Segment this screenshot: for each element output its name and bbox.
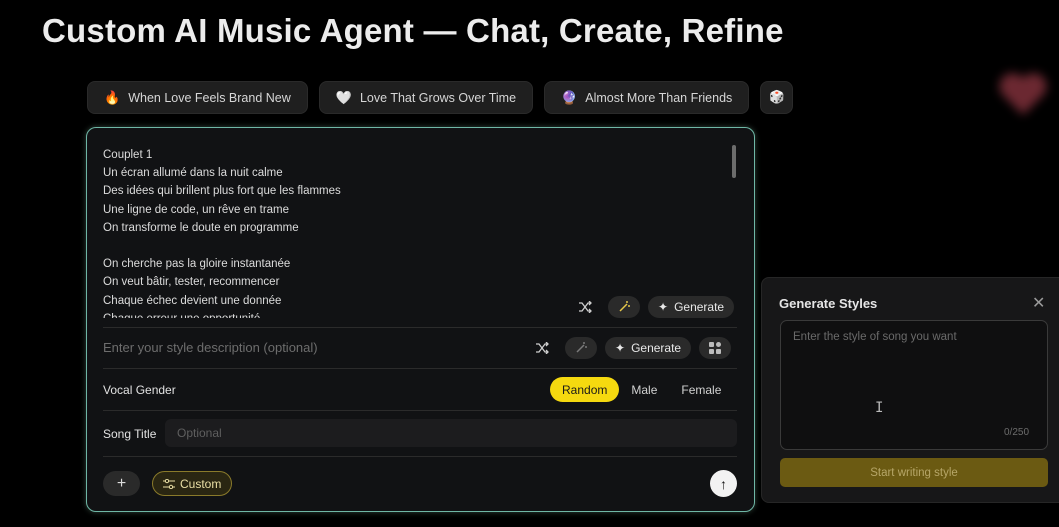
sliders-icon — [163, 478, 175, 489]
custom-mode-button[interactable]: Custom — [152, 471, 233, 496]
lyric-line: On transforme le doute en programme — [103, 221, 299, 234]
generate-styles-title: Generate Styles — [779, 296, 878, 311]
generate-styles-panel: Generate Styles ✕ I 0/250 Start writing … — [761, 277, 1059, 503]
shuffle-lyrics-button[interactable] — [570, 296, 600, 318]
divider — [103, 410, 737, 411]
style-toolbar: ✦ Generate — [527, 337, 732, 359]
chip-grows-over-time[interactable]: 🤍 Love That Grows Over Time — [318, 81, 534, 114]
generate-style-label: Generate — [631, 341, 682, 355]
lyric-line: Un écran allumé dans la nuit calme — [103, 167, 283, 180]
shuffle-style-button[interactable] — [527, 337, 557, 359]
shuffle-icon — [579, 301, 592, 313]
lyrics-scrollbar[interactable] — [732, 145, 736, 178]
magic-wand-icon — [619, 301, 630, 312]
generate-style-button[interactable]: ✦ Generate — [605, 337, 692, 359]
add-button[interactable]: + — [103, 471, 140, 496]
lyric-line: Une ligne de code, un rêve en trame — [103, 203, 290, 216]
magic-wand-style-button[interactable] — [565, 337, 597, 359]
song-title-input[interactable] — [165, 419, 737, 447]
text-cursor-icon: I — [875, 400, 884, 416]
chip-label: Love That Grows Over Time — [359, 90, 517, 105]
shuffle-icon — [536, 342, 549, 354]
vocal-gender-label: Vocal Gender — [103, 383, 176, 397]
chip-more-than-friends[interactable]: 🔮 Almost More Than Friends — [544, 81, 750, 114]
crystal-ball-icon: 🔮 — [561, 89, 578, 105]
vocal-option-male[interactable]: Male — [619, 377, 669, 402]
chip-label: Almost More Than Friends — [585, 90, 733, 105]
lyric-stanza-gap — [103, 237, 723, 255]
lyric-line: On cherche pas la gloire instantanée — [103, 258, 291, 271]
lyric-line: On veut bâtir, tester, recommencer — [103, 276, 280, 289]
lyric-line: Couplet 1 — [103, 149, 153, 161]
magic-wand-icon — [576, 342, 587, 353]
fire-icon: 🔥 — [104, 89, 121, 105]
generate-lyrics-button[interactable]: ✦ Generate — [648, 296, 735, 318]
start-writing-style-button[interactable]: Start writing style — [780, 458, 1048, 487]
random-prompt-button[interactable]: 🎲 — [760, 81, 794, 114]
sparkle-icon: ✦ — [615, 341, 626, 355]
generate-lyrics-label: Generate — [674, 300, 725, 314]
lyric-line: Des idées qui brillent plus fort que les… — [103, 185, 341, 198]
style-description-input[interactable] — [103, 335, 523, 359]
lyrics-toolbar: ✦ Generate — [570, 296, 735, 318]
arrow-up-icon: ↑ — [720, 475, 727, 492]
sparkle-icon: ✦ — [658, 300, 669, 314]
page-title: Custom AI Music Agent — Chat, Create, Re… — [42, 12, 784, 49]
composer-panel: Couplet 1 Un écran allumé dans la nuit c… — [86, 127, 755, 512]
divider — [103, 327, 737, 328]
chip-brand-new[interactable]: 🔥 When Love Feels Brand New — [87, 81, 308, 114]
style-presets-button[interactable] — [699, 337, 732, 359]
close-icon[interactable]: ✕ — [1032, 293, 1045, 313]
dice-icon: 🎲 — [768, 90, 785, 104]
heart-decoration-icon — [999, 73, 1047, 115]
send-button[interactable]: ↑ — [710, 470, 737, 497]
chip-label: When Love Feels Brand New — [128, 90, 291, 105]
song-title-label: Song Title — [103, 427, 157, 441]
divider — [103, 456, 737, 457]
plus-icon: + — [116, 474, 127, 492]
vocal-option-female[interactable]: Female — [669, 377, 733, 402]
vocal-gender-selector: Random Male Female — [550, 377, 733, 402]
custom-mode-label: Custom — [180, 476, 222, 491]
divider — [103, 368, 737, 369]
vocal-option-random[interactable]: Random — [550, 377, 620, 402]
grid-icon — [709, 342, 722, 354]
lyrics-textarea[interactable]: Couplet 1 Un écran allumé dans la nuit c… — [103, 146, 723, 318]
character-counter: 0/250 — [1004, 427, 1030, 438]
prompt-chips: 🔥 When Love Feels Brand New 🤍 Love That … — [87, 81, 794, 114]
white-heart-icon: 🤍 — [335, 89, 352, 105]
magic-wand-lyrics-button[interactable] — [608, 296, 640, 318]
